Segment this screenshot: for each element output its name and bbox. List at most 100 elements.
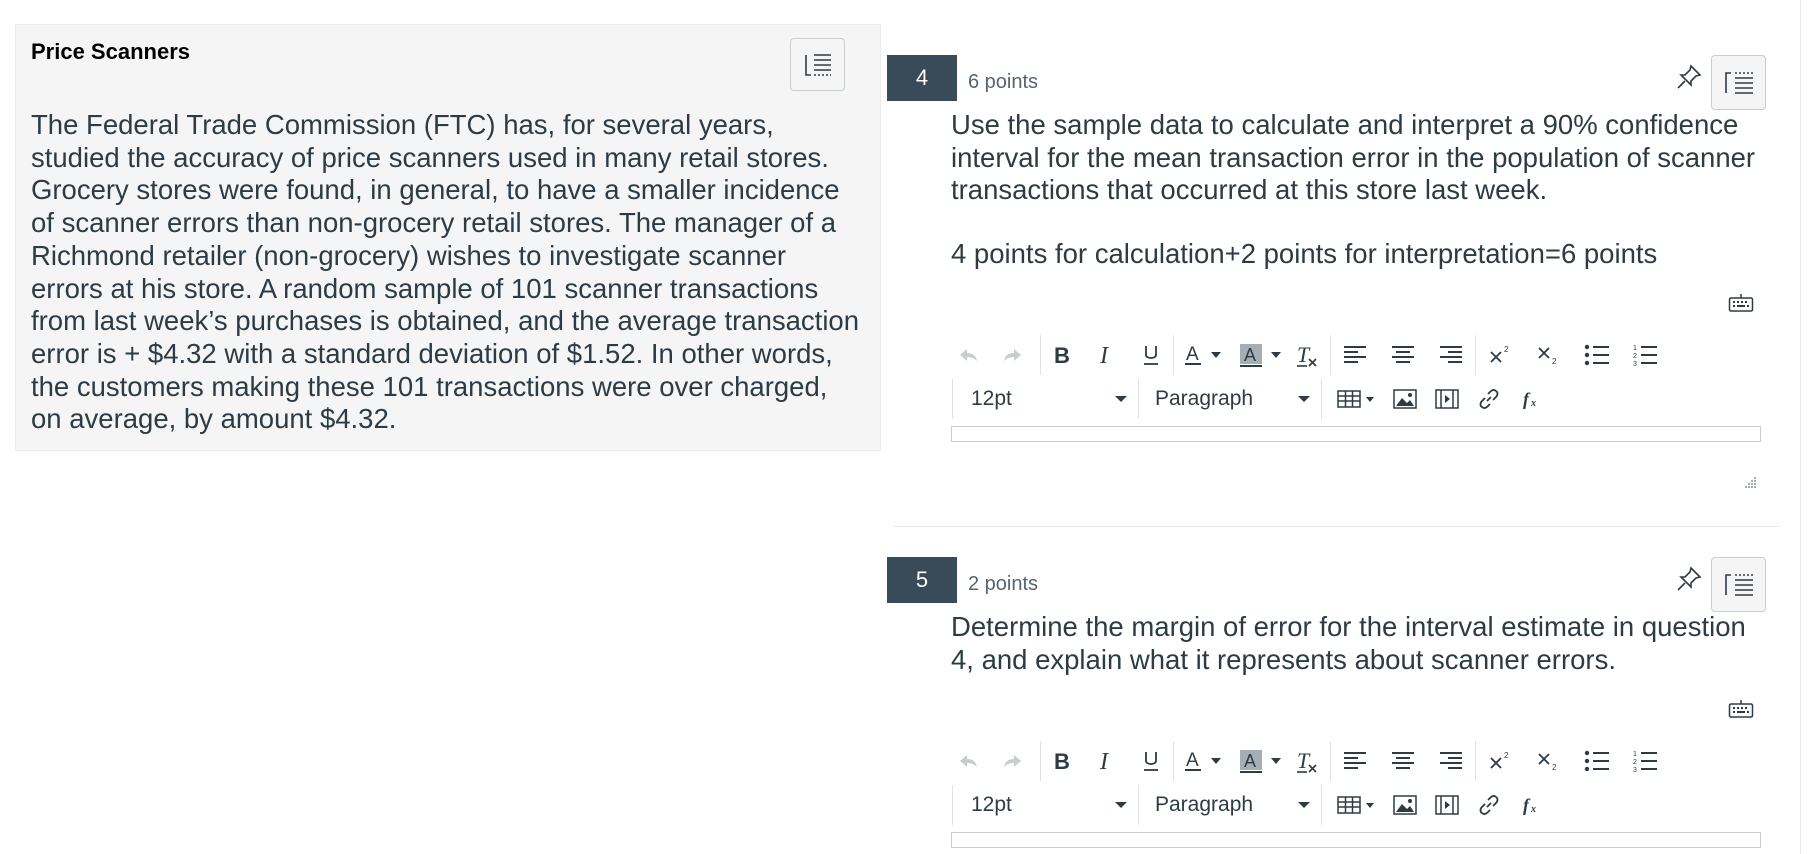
answer-editor[interactable] <box>951 426 1761 442</box>
numbered-list-icon[interactable]: 123 <box>1627 337 1663 373</box>
flag-list-icon <box>1723 69 1755 97</box>
question-divider <box>893 526 1780 527</box>
svg-text:2: 2 <box>1504 751 1509 760</box>
chevron-down-icon <box>1115 396 1127 402</box>
subscript-icon[interactable]: 2 <box>1531 743 1567 779</box>
bullet-list-icon[interactable] <box>1579 337 1615 373</box>
text-color-icon[interactable]: A <box>1176 743 1212 779</box>
font-size-select[interactable]: 12pt <box>971 379 1127 419</box>
keyboard-icon[interactable] <box>1728 699 1754 719</box>
image-icon[interactable] <box>1387 381 1423 417</box>
clear-formatting-icon[interactable]: T <box>1289 337 1325 373</box>
highlight-color-icon[interactable]: A <box>1233 337 1269 373</box>
underline-icon[interactable] <box>1133 743 1169 779</box>
svg-text:T: T <box>1297 342 1311 367</box>
bold-icon[interactable]: B <box>1043 337 1079 373</box>
font-size-select[interactable]: 12pt <box>971 785 1127 825</box>
stimulus-collapse-button[interactable] <box>790 38 845 91</box>
italic-icon[interactable]: I <box>1088 337 1124 373</box>
clear-formatting-icon[interactable]: T <box>1289 743 1325 779</box>
svg-text:A: A <box>1244 345 1256 365</box>
svg-text:f: f <box>1523 795 1531 815</box>
text-color-icon[interactable]: A <box>1176 337 1212 373</box>
svg-text:2: 2 <box>1552 763 1557 772</box>
superscript-icon[interactable]: 2 <box>1483 337 1519 373</box>
font-size-value: 12pt <box>971 387 1012 410</box>
flag-list-icon <box>803 52 833 78</box>
svg-text:I: I <box>1099 344 1109 366</box>
media-icon[interactable] <box>1429 381 1465 417</box>
question-text: Determine the margin of error for the in… <box>951 611 1746 675</box>
flag-question-button[interactable] <box>1711 55 1766 110</box>
svg-text:B: B <box>1054 750 1070 772</box>
numbered-list-icon[interactable]: 123 <box>1627 743 1663 779</box>
align-left-icon[interactable] <box>1337 337 1373 373</box>
text-color-dropdown[interactable] <box>1208 337 1224 373</box>
toolbar-row-1: B I A A T 2 2 1 2 3 <box>951 333 1763 377</box>
stimulus-text: The Federal Trade Commission (FTC) has, … <box>31 109 860 435</box>
svg-text:A: A <box>1244 751 1256 771</box>
question-points: 6 points <box>968 71 1039 93</box>
align-right-icon[interactable] <box>1433 743 1469 779</box>
question-points: 2 points <box>968 573 1039 595</box>
undo-icon[interactable] <box>951 743 987 779</box>
svg-text:2: 2 <box>1552 357 1557 366</box>
underline-icon[interactable] <box>1133 337 1169 373</box>
svg-text:2: 2 <box>1633 759 1637 766</box>
svg-text:f: f <box>1523 389 1531 409</box>
svg-text:3: 3 <box>1633 361 1637 367</box>
svg-text:x: x <box>1530 398 1536 409</box>
align-left-icon[interactable] <box>1337 743 1373 779</box>
svg-text:I: I <box>1099 750 1109 772</box>
highlight-color-dropdown[interactable] <box>1268 337 1284 373</box>
toolbar-row-2: 12pt Paragraph fx <box>951 377 1763 421</box>
chevron-down-icon <box>1298 396 1310 402</box>
pin-icon[interactable] <box>1675 63 1703 91</box>
pin-icon[interactable] <box>1675 565 1703 593</box>
question-number: 5 <box>887 557 957 603</box>
media-icon[interactable] <box>1429 787 1465 823</box>
redo-icon[interactable] <box>994 743 1030 779</box>
bold-icon[interactable]: B <box>1043 743 1079 779</box>
align-right-icon[interactable] <box>1433 337 1469 373</box>
flag-question-button[interactable] <box>1711 557 1766 612</box>
answer-editor[interactable] <box>951 832 1761 848</box>
resize-handle-icon[interactable] <box>1743 475 1757 489</box>
editor-toolbar: B I A A T 2 2 1 2 3 12pt Paragraph f x <box>951 333 1763 421</box>
table-icon[interactable] <box>1335 787 1379 823</box>
keyboard-icon[interactable] <box>1728 293 1754 313</box>
block-format-select[interactable]: Paragraph <box>1155 785 1310 825</box>
font-size-value: 12pt <box>971 793 1012 816</box>
question-number: 4 <box>887 55 957 101</box>
svg-text:1: 1 <box>1633 345 1637 352</box>
link-icon[interactable] <box>1471 787 1507 823</box>
link-icon[interactable] <box>1471 381 1507 417</box>
align-center-icon[interactable] <box>1385 743 1421 779</box>
right-divider <box>1800 0 1801 854</box>
superscript-icon[interactable]: 2 <box>1483 743 1519 779</box>
stimulus-title: Price Scanners <box>31 39 190 64</box>
undo-icon[interactable] <box>951 337 987 373</box>
svg-text:B: B <box>1054 344 1070 366</box>
align-center-icon[interactable] <box>1385 337 1421 373</box>
highlight-color-icon[interactable]: A <box>1233 743 1269 779</box>
text-color-dropdown[interactable] <box>1208 743 1224 779</box>
svg-text:T: T <box>1297 748 1311 773</box>
svg-text:2: 2 <box>1633 353 1637 360</box>
toolbar-row-1: B I A A T 2 2 1 2 3 <box>951 739 1763 783</box>
equation-icon[interactable]: fx <box>1513 787 1549 823</box>
redo-icon[interactable] <box>994 337 1030 373</box>
highlight-color-dropdown[interactable] <box>1268 743 1284 779</box>
image-icon[interactable] <box>1387 787 1423 823</box>
italic-icon[interactable]: I <box>1088 743 1124 779</box>
bullet-list-icon[interactable] <box>1579 743 1615 779</box>
block-format-value: Paragraph <box>1155 793 1254 816</box>
table-icon[interactable] <box>1335 381 1379 417</box>
block-format-select[interactable]: Paragraph <box>1155 379 1310 419</box>
svg-text:3: 3 <box>1633 767 1637 773</box>
chevron-down-icon <box>1298 802 1310 808</box>
chevron-down-icon <box>1115 802 1127 808</box>
equation-icon[interactable]: fx <box>1513 381 1549 417</box>
subscript-icon[interactable]: 2 <box>1531 337 1567 373</box>
svg-text:A: A <box>1186 344 1199 365</box>
